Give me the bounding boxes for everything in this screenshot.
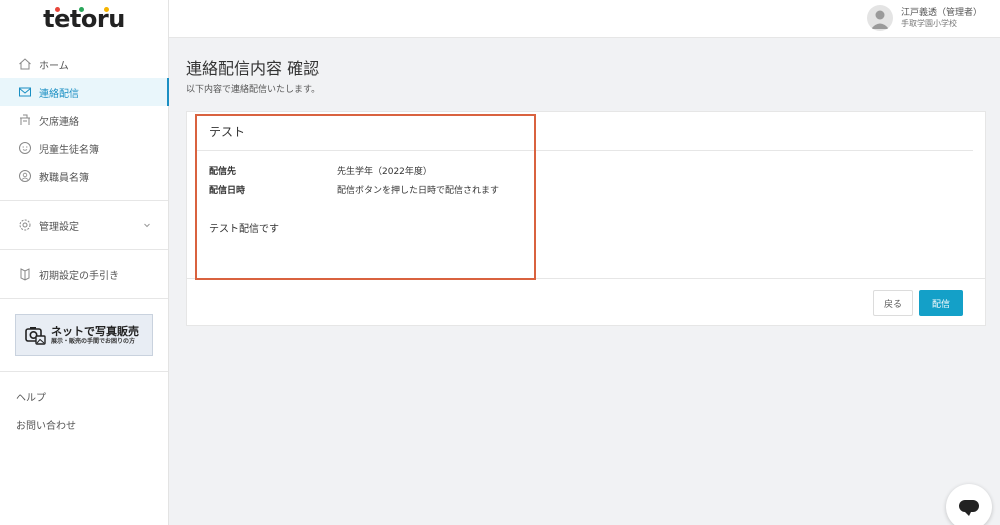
sidebar-item-label: 教職員名簿	[39, 172, 89, 184]
message-body: テスト配信です	[209, 224, 279, 235]
chevron-down-icon	[144, 223, 150, 228]
confirm-card: テスト 配信先 先生学年（2022年度） 配信日時 配信ボタンを押した日時で配信…	[186, 111, 986, 326]
chat-widget-button[interactable]	[946, 484, 992, 525]
sidebar-item-guide[interactable]: 初期設定の手引き	[0, 260, 168, 288]
send-button[interactable]: 配信	[919, 290, 963, 316]
card-footer-divider	[187, 278, 985, 279]
sidebar-item-settings[interactable]: 管理設定	[0, 211, 168, 239]
page-subtitle: 以下内容で連絡配信いたします。	[186, 85, 321, 95]
avatar	[866, 5, 893, 31]
contact-link[interactable]: お問い合わせ	[0, 410, 168, 438]
mail-icon	[18, 85, 32, 99]
sidebar-item-label: 児童生徒名簿	[39, 144, 99, 156]
field-label: 配信先	[209, 167, 237, 177]
home-icon	[18, 57, 32, 71]
gear-icon	[18, 218, 32, 232]
sidebar-item-label: ホーム	[39, 60, 69, 72]
sidebar-item-students[interactable]: 児童生徒名簿	[0, 134, 168, 162]
photo-sales-banner[interactable]: ネットで写真販売 展示・販売の手間でお困りの方	[15, 314, 153, 356]
desk-icon	[18, 113, 32, 127]
message-title: テスト	[209, 125, 246, 139]
sidebar-divider	[0, 249, 168, 250]
page-title: 連絡配信内容 確認	[186, 59, 320, 78]
back-button[interactable]: 戻る	[873, 290, 913, 316]
sidebar-item-message[interactable]: 連絡配信	[0, 78, 169, 106]
sidebar-item-label: 初期設定の手引き	[39, 270, 119, 282]
student-icon	[18, 141, 32, 155]
field-recipient: 配信先 先生学年（2022年度）	[209, 164, 432, 177]
banner-subtitle: 展示・販売の手間でお困りの方	[51, 337, 136, 345]
teacher-icon	[18, 169, 32, 183]
sidebar-item-teachers[interactable]: 教職員名簿	[0, 162, 168, 190]
logo-text: tetoru	[43, 5, 125, 33]
field-value: 配信ボタンを押した日時で配信されます	[337, 186, 500, 196]
camera-icon	[25, 327, 46, 345]
main-content: 連絡配信内容 確認 以下内容で連絡配信いたします。 テスト 配信先 先生学年（2…	[186, 38, 986, 326]
book-icon	[18, 267, 32, 281]
help-link[interactable]: ヘルプ	[0, 382, 168, 410]
sidebar: tetoru ホーム 連絡配信 欠席連絡 児童生徒名簿 教職員名簿 管理設定 初…	[0, 0, 169, 525]
sidebar-divider	[0, 371, 168, 372]
sidebar-item-label: 管理設定	[39, 221, 79, 233]
field-datetime: 配信日時 配信ボタンを押した日時で配信されます	[209, 183, 499, 196]
field-label: 配信日時	[209, 186, 246, 196]
card-divider	[197, 150, 973, 151]
sidebar-item-absence[interactable]: 欠席連絡	[0, 106, 168, 134]
user-name: 江戸義透（管理者）	[900, 7, 982, 18]
user-menu[interactable]: 江戸義透（管理者） 手取学園小学校	[866, 5, 982, 31]
banner-title: ネットで写真販売	[51, 324, 139, 338]
sidebar-item-label: 連絡配信	[39, 88, 79, 100]
sidebar-divider	[0, 298, 168, 299]
chat-icon	[959, 500, 979, 516]
logo[interactable]: tetoru	[0, 0, 168, 38]
sidebar-item-home[interactable]: ホーム	[0, 50, 168, 78]
user-school: 手取学園小学校	[900, 18, 957, 28]
sidebar-nav: ホーム 連絡配信 欠席連絡 児童生徒名簿 教職員名簿	[0, 50, 169, 190]
top-header: 江戸義透（管理者） 手取学園小学校	[169, 0, 1000, 38]
field-value: 先生学年（2022年度）	[337, 167, 432, 177]
user-icon	[870, 10, 889, 29]
sidebar-item-label: 欠席連絡	[39, 116, 79, 128]
sidebar-divider	[0, 200, 168, 201]
